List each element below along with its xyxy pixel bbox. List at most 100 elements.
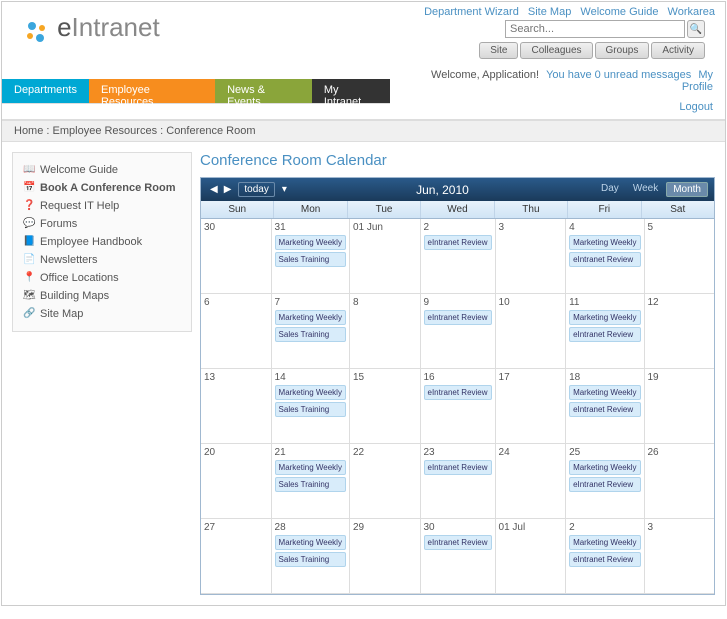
calendar-event[interactable]: Sales Training	[275, 327, 346, 342]
sidebar-welcome-guide[interactable]: 📖Welcome Guide	[23, 161, 181, 179]
calendar-event[interactable]: eIntranet Review	[424, 535, 492, 550]
sidebar-forums[interactable]: 💬Forums	[23, 215, 181, 233]
calendar-event[interactable]: Marketing Weekly	[275, 535, 346, 550]
sidebar-book-conference-room[interactable]: 📅Book A Conference Room	[23, 179, 181, 197]
link-dept-wizard[interactable]: Department Wizard	[424, 6, 519, 18]
day-cell[interactable]: 20	[201, 444, 272, 519]
calendar-event[interactable]: Sales Training	[275, 402, 346, 417]
day-cell[interactable]: 14Marketing WeeklySales Training	[272, 369, 350, 444]
day-cell[interactable]: 01 Jun	[350, 219, 421, 294]
calendar-event[interactable]: eIntranet Review	[569, 252, 640, 267]
day-number: 22	[353, 447, 417, 458]
calendar-event[interactable]: eIntranet Review	[569, 477, 640, 492]
day-cell[interactable]: 6	[201, 294, 272, 369]
crumb-home[interactable]: Home	[14, 125, 43, 137]
cal-view-week[interactable]: Week	[627, 182, 664, 197]
filter-activity[interactable]: Activity	[651, 42, 705, 59]
day-cell[interactable]: 21Marketing WeeklySales Training	[272, 444, 350, 519]
filter-colleagues[interactable]: Colleagues	[520, 42, 592, 59]
sidebar-office-locations[interactable]: 📍Office Locations	[23, 269, 181, 287]
day-cell[interactable]: 30eIntranet Review	[421, 519, 496, 594]
sidebar-newsletters[interactable]: 📄Newsletters	[23, 251, 181, 269]
calendar-event[interactable]: eIntranet Review	[424, 310, 492, 325]
cal-today-button[interactable]: today	[238, 182, 274, 197]
filter-site[interactable]: Site	[479, 42, 518, 59]
day-cell[interactable]: 27	[201, 519, 272, 594]
calendar-event[interactable]: eIntranet Review	[424, 385, 492, 400]
day-cell[interactable]: 11Marketing WeeklyeIntranet Review	[566, 294, 644, 369]
day-cell[interactable]: 29	[350, 519, 421, 594]
unread-messages-link[interactable]: You have 0 unread messages	[546, 69, 691, 81]
dow-cell: Thu	[495, 201, 568, 218]
day-cell[interactable]: 23eIntranet Review	[421, 444, 496, 519]
calendar-event[interactable]: eIntranet Review	[569, 327, 640, 342]
day-cell[interactable]: 10	[496, 294, 567, 369]
day-number: 6	[204, 297, 268, 308]
crumb-emp[interactable]: Employee Resources	[53, 125, 158, 137]
day-cell[interactable]: 7Marketing WeeklySales Training	[272, 294, 350, 369]
search-input[interactable]	[505, 20, 685, 38]
search-button[interactable]: 🔍	[687, 20, 705, 38]
day-cell[interactable]: 16eIntranet Review	[421, 369, 496, 444]
logout-link[interactable]: Logout	[679, 101, 713, 113]
day-cell[interactable]: 26	[645, 444, 715, 519]
day-cell[interactable]: 9eIntranet Review	[421, 294, 496, 369]
sidebar-request-it-help[interactable]: ❓Request IT Help	[23, 197, 181, 215]
cal-dropdown-icon[interactable]: ▾	[279, 184, 290, 195]
day-cell[interactable]: 22	[350, 444, 421, 519]
calendar-event[interactable]: Marketing Weekly	[569, 235, 640, 250]
nav-departments[interactable]: Departments	[2, 79, 89, 103]
day-cell[interactable]: 5	[645, 219, 715, 294]
cal-view-day[interactable]: Day	[595, 182, 625, 197]
day-cell[interactable]: 3	[496, 219, 567, 294]
link-workarea[interactable]: Workarea	[668, 6, 715, 18]
day-cell[interactable]: 12	[645, 294, 715, 369]
sidebar-site-map[interactable]: 🔗Site Map	[23, 305, 181, 323]
cal-prev-button[interactable]: ◀	[207, 184, 221, 195]
day-cell[interactable]: 2 eIntranet Review	[421, 219, 496, 294]
calendar-event[interactable]: Sales Training	[275, 252, 346, 267]
calendar-event[interactable]: Sales Training	[275, 552, 346, 567]
nav-employee-resources[interactable]: Employee Resources	[89, 79, 215, 103]
day-cell[interactable]: 28Marketing WeeklySales Training	[272, 519, 350, 594]
day-cell[interactable]: 18Marketing WeeklyeIntranet Review	[566, 369, 644, 444]
calendar-event[interactable]: Marketing Weekly	[569, 460, 640, 475]
calendar-event[interactable]: eIntranet Review	[424, 235, 492, 250]
calendar-event[interactable]: eIntranet Review	[569, 402, 640, 417]
day-cell[interactable]: 15	[350, 369, 421, 444]
day-number: 2	[424, 222, 492, 233]
calendar-event[interactable]: Marketing Weekly	[275, 310, 346, 325]
calendar-event[interactable]: eIntranet Review	[424, 460, 492, 475]
cal-view-month[interactable]: Month	[666, 182, 708, 197]
day-cell[interactable]: 25Marketing WeeklyeIntranet Review	[566, 444, 644, 519]
calendar-event[interactable]: Marketing Weekly	[569, 535, 640, 550]
calendar-event[interactable]: Marketing Weekly	[275, 460, 346, 475]
filter-groups[interactable]: Groups	[595, 42, 650, 59]
day-cell[interactable]: 17	[496, 369, 567, 444]
calendar-event[interactable]: eIntranet Review	[569, 552, 640, 567]
day-cell[interactable]: 8	[350, 294, 421, 369]
link-welcome-guide[interactable]: Welcome Guide	[580, 6, 658, 18]
sidebar-employee-handbook[interactable]: 📘Employee Handbook	[23, 233, 181, 251]
day-cell[interactable]: 24	[496, 444, 567, 519]
day-number: 29	[353, 522, 417, 533]
day-cell[interactable]: 4Marketing WeeklyeIntranet Review	[566, 219, 644, 294]
day-cell[interactable]: 30	[201, 219, 272, 294]
calendar-event[interactable]: Marketing Weekly	[275, 385, 346, 400]
calendar-event[interactable]: Sales Training	[275, 477, 346, 492]
day-cell[interactable]: 31 Marketing Weekly Sales Training	[272, 219, 350, 294]
day-number: 31	[275, 222, 346, 233]
nav-news-events[interactable]: News & Events	[215, 79, 312, 103]
day-cell[interactable]: 2Marketing WeeklyeIntranet Review	[566, 519, 644, 594]
day-cell[interactable]: 13	[201, 369, 272, 444]
day-cell[interactable]: 01 Jul	[496, 519, 567, 594]
calendar-event[interactable]: Marketing Weekly	[275, 235, 346, 250]
link-site-map[interactable]: Site Map	[528, 6, 571, 18]
cal-next-button[interactable]: ▶	[221, 184, 235, 195]
nav-my-intranet[interactable]: My Intranet	[312, 79, 390, 103]
calendar-event[interactable]: Marketing Weekly	[569, 310, 640, 325]
calendar-event[interactable]: Marketing Weekly	[569, 385, 640, 400]
day-cell[interactable]: 19	[645, 369, 715, 444]
day-cell[interactable]: 3	[645, 519, 715, 594]
sidebar-building-maps[interactable]: 🗺Building Maps	[23, 287, 181, 305]
